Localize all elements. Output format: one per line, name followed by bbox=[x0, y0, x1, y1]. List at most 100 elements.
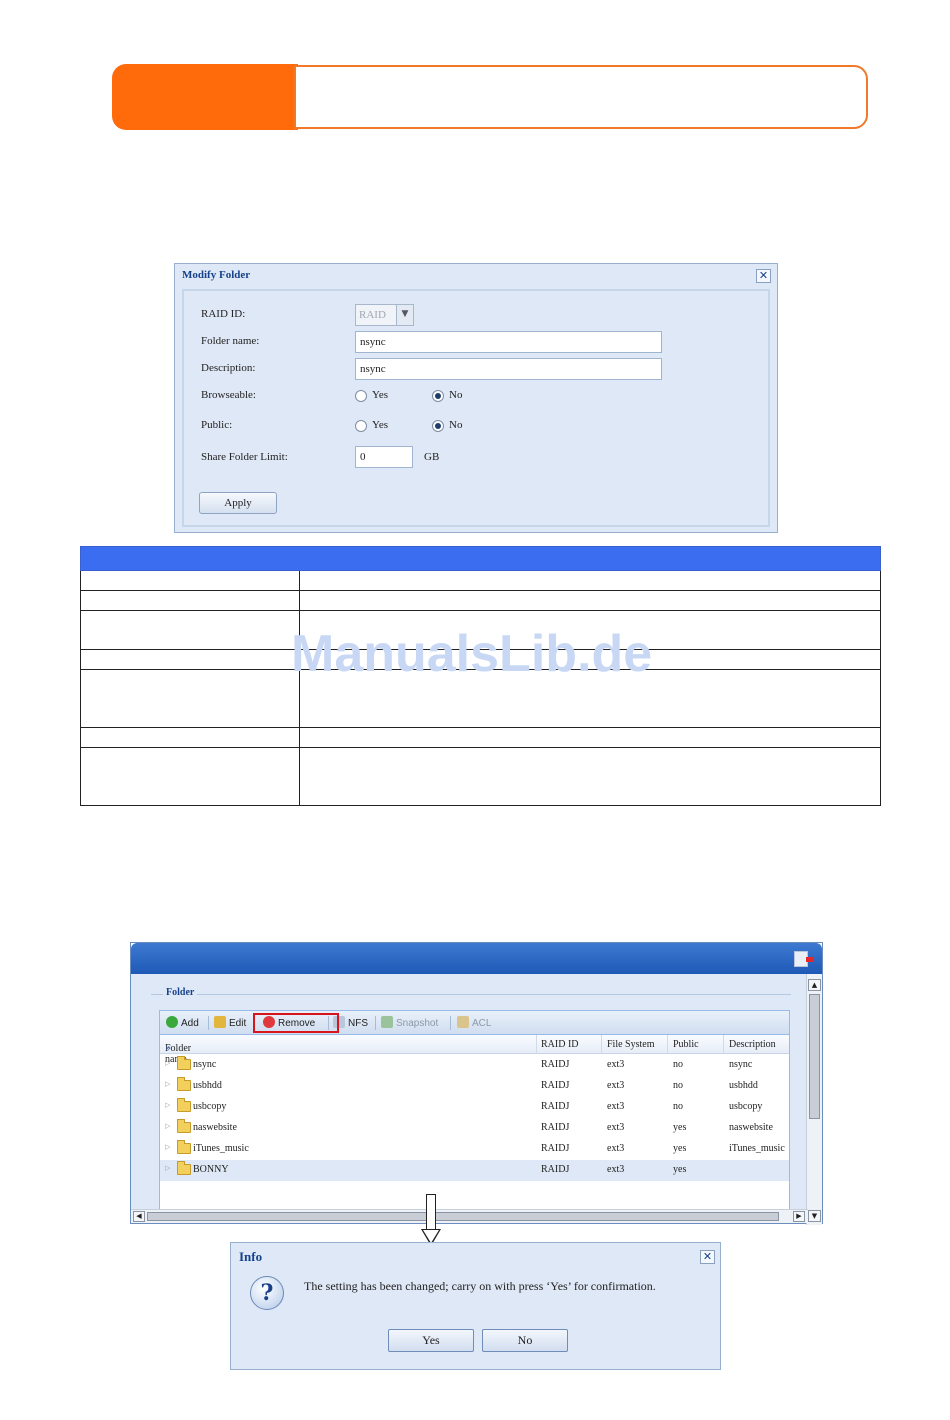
folder-legend: Folder bbox=[163, 987, 198, 998]
toolbar-divider bbox=[375, 1016, 376, 1030]
scroll-right-icon[interactable]: ▶ bbox=[793, 1211, 805, 1222]
down-arrow-shaft bbox=[426, 1194, 436, 1230]
share-folder-limit-input[interactable]: 0 bbox=[355, 446, 413, 468]
dialog-title: Modify Folder bbox=[182, 269, 251, 281]
edit-icon bbox=[214, 1016, 226, 1028]
folder-icon bbox=[177, 1161, 191, 1175]
public-label: Public: bbox=[201, 419, 233, 431]
desc-cell: nsync bbox=[729, 1059, 753, 1070]
column-divider bbox=[667, 1035, 668, 1054]
fs-cell: ext3 bbox=[607, 1080, 625, 1091]
browseable-yes-radio[interactable] bbox=[355, 390, 367, 402]
logout-icon[interactable] bbox=[794, 951, 813, 967]
browseable-label: Browseable: bbox=[201, 389, 256, 401]
column-header-description[interactable]: Description bbox=[729, 1039, 776, 1050]
desc-cell: naswebsite bbox=[729, 1122, 773, 1133]
table-row bbox=[80, 747, 881, 806]
description-input[interactable]: nsync bbox=[355, 358, 662, 380]
folder-icon bbox=[177, 1119, 191, 1133]
edit-button[interactable]: Edit bbox=[214, 1016, 246, 1030]
browseable-no-radio[interactable] bbox=[432, 390, 444, 402]
table-row[interactable]: ▷ usbhdd RAIDJ ext3 no usbhdd bbox=[160, 1076, 789, 1097]
double-chevron-icon: » bbox=[165, 1043, 172, 1054]
folder-name-cell: naswebsite bbox=[193, 1122, 237, 1133]
toolbar-divider bbox=[208, 1016, 209, 1030]
add-button[interactable]: Add bbox=[166, 1016, 199, 1030]
modify-folder-dialog: Modify Folder ✕ RAID ID: RAID ▼ Folder n… bbox=[174, 263, 778, 533]
apply-button[interactable]: Apply bbox=[199, 492, 277, 514]
add-icon bbox=[166, 1016, 178, 1028]
no-button[interactable]: No bbox=[482, 1329, 568, 1352]
toolbar-divider bbox=[450, 1016, 451, 1030]
close-icon[interactable]: ✕ bbox=[756, 269, 771, 283]
limit-unit: GB bbox=[424, 451, 440, 463]
column-header-raid-id[interactable]: RAID ID bbox=[541, 1039, 579, 1050]
vertical-scrollbar[interactable]: ▲ ▼ bbox=[806, 974, 822, 1225]
table-row[interactable]: ▷ nsync RAIDJ ext3 no nsync bbox=[160, 1055, 789, 1076]
expand-icon[interactable]: ▷ bbox=[165, 1143, 170, 1151]
dialog-form: RAID ID: RAID ▼ Folder name: nsync Descr… bbox=[182, 289, 770, 527]
scroll-thumb[interactable] bbox=[147, 1212, 779, 1221]
expand-icon[interactable]: ▷ bbox=[165, 1164, 170, 1172]
public-cell: yes bbox=[673, 1164, 687, 1175]
public-no-radio[interactable] bbox=[432, 420, 444, 432]
folder-name-cell: BONNY bbox=[193, 1164, 229, 1175]
table-row[interactable]: ▷ naswebsite RAIDJ ext3 yes naswebsite bbox=[160, 1118, 789, 1139]
section-header-tab bbox=[112, 64, 298, 130]
folder-name-cell: usbhdd bbox=[193, 1080, 222, 1091]
panel-title-bar bbox=[131, 943, 822, 974]
scroll-up-icon[interactable]: ▲ bbox=[808, 979, 821, 991]
table-row[interactable]: ▷ iTunes_music RAIDJ ext3 yes iTunes_music bbox=[160, 1139, 789, 1160]
table-row bbox=[80, 570, 881, 591]
info-title: Info bbox=[239, 1249, 263, 1264]
folder-name-input[interactable]: nsync bbox=[355, 331, 662, 353]
table-row[interactable]: ▷ BONNY RAIDJ ext3 yes bbox=[160, 1160, 789, 1181]
section-header-title-box bbox=[294, 65, 868, 129]
scroll-left-icon[interactable]: ◀ bbox=[133, 1211, 145, 1222]
fs-cell: ext3 bbox=[607, 1101, 625, 1112]
folder-fieldset-line bbox=[151, 994, 791, 995]
public-cell: no bbox=[673, 1059, 683, 1070]
column-divider bbox=[601, 1035, 602, 1054]
yes-button[interactable]: Yes bbox=[388, 1329, 474, 1352]
public-cell: yes bbox=[673, 1143, 687, 1154]
info-message: The setting has been changed; carry on w… bbox=[304, 1279, 656, 1293]
column-header-public[interactable]: Public bbox=[673, 1039, 699, 1050]
table-row[interactable]: ▷ usbcopy RAIDJ ext3 no usbcopy bbox=[160, 1097, 789, 1118]
share-folder-limit-label: Share Folder Limit: bbox=[201, 451, 288, 463]
folder-grid: Add Edit Remove NFS Snapshot ACL Folder … bbox=[159, 1010, 790, 1211]
public-cell: yes bbox=[673, 1122, 687, 1133]
snapshot-icon bbox=[381, 1016, 393, 1028]
fs-cell: ext3 bbox=[607, 1122, 625, 1133]
panel-body: Folder Add Edit Remove NFS Snapshot ACL … bbox=[131, 974, 808, 1211]
close-icon[interactable]: ✕ bbox=[700, 1250, 715, 1264]
public-yes-radio[interactable] bbox=[355, 420, 367, 432]
fs-cell: ext3 bbox=[607, 1143, 625, 1154]
expand-icon[interactable]: ▷ bbox=[165, 1101, 170, 1109]
browseable-no-label: No bbox=[449, 389, 463, 401]
snapshot-button[interactable]: Snapshot bbox=[381, 1016, 438, 1030]
column-header-file-system[interactable]: File System bbox=[607, 1039, 655, 1050]
acl-icon bbox=[457, 1016, 469, 1028]
raid-cell: RAIDJ bbox=[541, 1143, 570, 1154]
public-no-label: No bbox=[449, 419, 463, 431]
folder-name-cell: usbcopy bbox=[193, 1101, 227, 1112]
fs-cell: ext3 bbox=[607, 1164, 625, 1175]
description-label: Description: bbox=[201, 362, 256, 374]
expand-icon[interactable]: ▷ bbox=[165, 1080, 170, 1088]
grid-header: Folder name » RAID ID File System Public… bbox=[160, 1035, 789, 1065]
raid-id-select[interactable]: RAID ▼ bbox=[355, 304, 414, 326]
raid-cell: RAIDJ bbox=[541, 1164, 570, 1175]
folder-name-label: Folder name: bbox=[201, 335, 260, 347]
expand-icon[interactable]: ▷ bbox=[165, 1059, 170, 1067]
scroll-down-icon[interactable]: ▼ bbox=[808, 1210, 821, 1222]
acl-button[interactable]: ACL bbox=[457, 1016, 491, 1030]
expand-icon[interactable]: ▷ bbox=[165, 1122, 170, 1130]
public-cell: no bbox=[673, 1080, 683, 1091]
raid-cell: RAIDJ bbox=[541, 1101, 570, 1112]
scroll-thumb[interactable] bbox=[809, 994, 820, 1119]
raid-cell: RAIDJ bbox=[541, 1122, 570, 1133]
fs-cell: ext3 bbox=[607, 1059, 625, 1070]
folder-name-cell: nsync bbox=[193, 1059, 217, 1070]
horizontal-scrollbar[interactable]: ◀ ▶ bbox=[131, 1209, 808, 1223]
